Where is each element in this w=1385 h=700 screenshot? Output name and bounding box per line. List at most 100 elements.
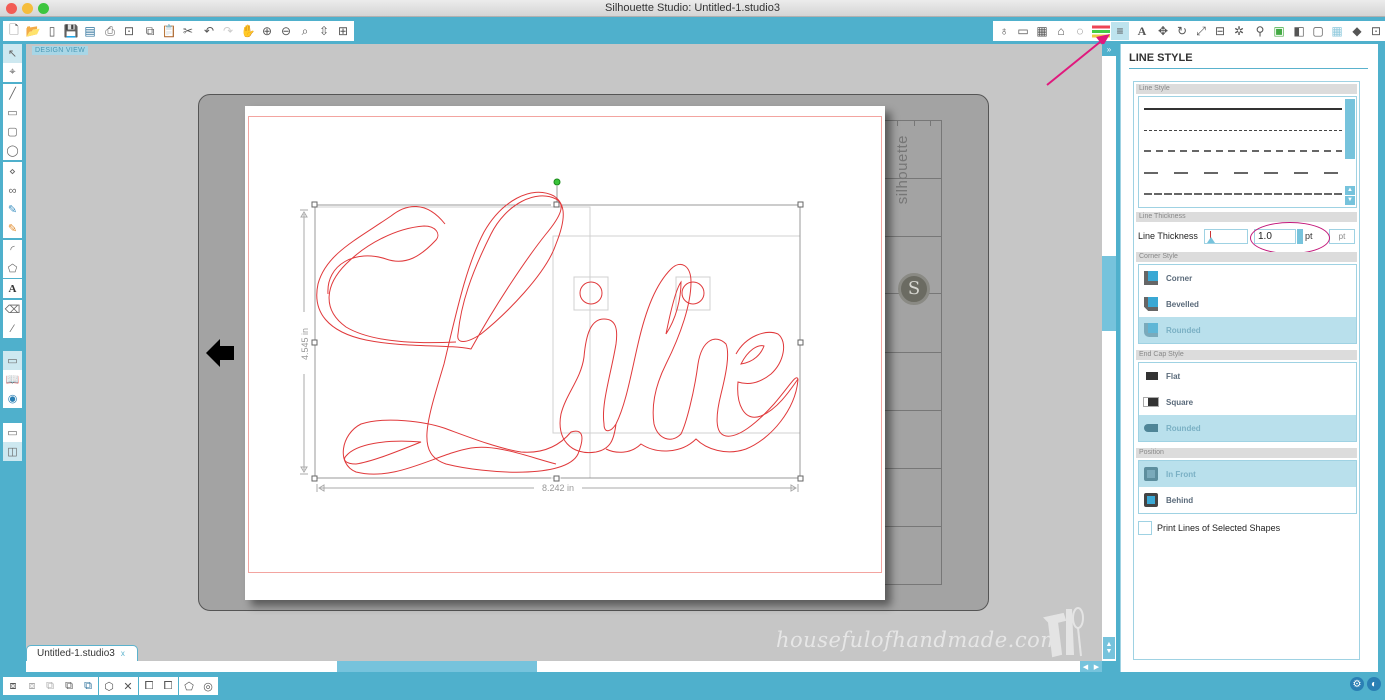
cut-icon[interactable]: ✂ [179, 22, 197, 40]
resize-handle-t[interactable] [553, 201, 560, 208]
eraser-tool-icon[interactable]: ⌫ [3, 300, 22, 319]
replicate-icon[interactable]: ✲ [1230, 22, 1248, 40]
curve-tool-icon[interactable]: ∞ [3, 181, 22, 200]
group-icon[interactable]: ⧈ [4, 678, 22, 694]
regular-polygon-tool-icon[interactable]: ⬠ [3, 259, 22, 278]
line-style-dense-dash[interactable] [1144, 192, 1342, 196]
new-document-icon[interactable]: 🗋 [5, 22, 23, 40]
make-compound-path-icon[interactable]: ⧉ [41, 678, 59, 694]
line-tool-icon[interactable]: ╱ [3, 84, 22, 103]
offset-icon[interactable]: ▣ [1270, 22, 1288, 40]
vertical-scroll-arrows[interactable]: ▲ ▼ [1103, 637, 1115, 659]
move-icon[interactable]: ✥ [1154, 22, 1172, 40]
scroll-up-icon[interactable]: ▲ [1345, 186, 1355, 195]
copy-icon[interactable]: ⧉ [141, 22, 159, 40]
split-window-icon[interactable]: ◫ [3, 442, 22, 461]
line-style-long-dash[interactable] [1144, 171, 1342, 175]
close-tab-icon[interactable]: x [121, 649, 125, 658]
horizontal-scroll-thumb[interactable] [337, 661, 537, 672]
line-style-fine-dash[interactable] [1144, 130, 1342, 131]
line-thickness-slider[interactable] [1204, 228, 1248, 244]
cut-settings-icon[interactable]: ◆ [1348, 22, 1366, 40]
library-shape-icon[interactable]: ⌂ [1052, 22, 1070, 40]
registration-marks-icon[interactable]: ▢ [1309, 22, 1327, 40]
online-store-icon[interactable]: ◉ [3, 389, 22, 408]
line-color-icon[interactable] [1092, 22, 1110, 40]
line-style-medium-dash[interactable] [1144, 149, 1342, 153]
corner-option-corner[interactable]: Corner [1139, 265, 1356, 291]
line-style-solid[interactable] [1144, 108, 1342, 110]
resize-handle-tr[interactable] [797, 201, 804, 208]
line-style-icon[interactable]: ≡ [1111, 22, 1129, 40]
open-folder-icon[interactable]: 📂 [24, 22, 42, 40]
fill-pattern-icon[interactable]: ▦ [1033, 22, 1051, 40]
point-edit-icon[interactable]: ⌖ [3, 63, 22, 82]
polygon-tool-icon[interactable]: ⋄ [3, 162, 22, 181]
line-thickness-input[interactable]: 1.0 [1254, 228, 1296, 244]
expand-panel-icon[interactable]: » [1102, 44, 1116, 56]
weld-icon[interactable]: ⧉ [79, 678, 97, 694]
scroll-down-icon[interactable]: ▼ [1345, 196, 1355, 205]
slider-knob[interactable] [1207, 236, 1215, 243]
send-to-back-icon[interactable]: ⧠ [159, 678, 177, 694]
end-cap-option-rounded[interactable]: Rounded [1139, 415, 1356, 441]
shadow-icon[interactable]: ◌ [1071, 22, 1089, 40]
library-view-icon[interactable]: 📖 [3, 370, 22, 389]
rounded-rectangle-tool-icon[interactable]: ▢ [3, 122, 22, 141]
resize-handle-tl[interactable] [311, 201, 318, 208]
line-style-scroll-thumb[interactable] [1345, 99, 1355, 159]
design-canvas[interactable]: DESIGN VIEW silhouette S 4.545 in 8.242 … [26, 44, 1102, 661]
save-icon[interactable]: 💾 [62, 22, 80, 40]
fill-color-icon[interactable]: ♁ [995, 22, 1013, 40]
vertical-scroll-thumb[interactable] [1102, 256, 1116, 331]
smooth-freehand-tool-icon[interactable]: ✎ [3, 219, 22, 238]
resize-handle-r[interactable] [797, 339, 804, 346]
zoom-in-icon[interactable]: ⊕ [258, 22, 276, 40]
delete-icon[interactable]: ✕ [119, 678, 137, 694]
vertical-scrollbar[interactable]: » ▲ ▼ [1102, 44, 1116, 661]
print-lines-checkbox[interactable] [1138, 521, 1152, 535]
line-style-list[interactable]: ▲ ▼ [1138, 96, 1357, 208]
corner-option-rounded[interactable]: Rounded [1139, 317, 1356, 343]
bring-to-front-icon[interactable]: ⧠ [140, 678, 158, 694]
send-icon[interactable]: ⊡ [1367, 22, 1385, 40]
text-tool-icon[interactable]: A [3, 279, 22, 298]
trace-icon[interactable]: ⚲ [1251, 22, 1269, 40]
object-icon[interactable]: ⬡ [100, 678, 118, 694]
position-option-in-front[interactable]: In Front [1139, 461, 1356, 487]
knife-tool-icon[interactable]: ⁄ [3, 319, 22, 338]
redo-icon[interactable]: ↷ [219, 22, 237, 40]
settings-gear-icon[interactable]: ⚙ [1350, 677, 1364, 691]
ellipse-tool-icon[interactable]: ◯ [3, 141, 22, 160]
resize-handle-bl[interactable] [311, 475, 318, 482]
undo-icon[interactable]: ↶ [200, 22, 218, 40]
single-window-icon[interactable]: ▭ [3, 423, 22, 442]
resize-handle-br[interactable] [797, 475, 804, 482]
page-setup-icon[interactable]: ◧ [1290, 22, 1308, 40]
align-icon[interactable]: ⊟ [1211, 22, 1229, 40]
rotate-handle[interactable] [553, 178, 561, 186]
paste-icon[interactable]: 📋 [160, 22, 178, 40]
zoom-out-icon[interactable]: ⊖ [277, 22, 295, 40]
arc-tool-icon[interactable]: ◜ [3, 240, 22, 259]
rotate-icon[interactable]: ↻ [1173, 22, 1191, 40]
end-cap-option-square[interactable]: Square [1139, 389, 1356, 415]
document-tab[interactable]: Untitled-1.studio3 x [26, 645, 138, 661]
print-icon[interactable]: ⎙ [101, 22, 119, 40]
text-style-icon[interactable]: A [1133, 22, 1151, 40]
fill-gradient-icon[interactable]: ▭ [1014, 22, 1032, 40]
grid-icon[interactable]: ▦ [1328, 22, 1346, 40]
freehand-tool-icon[interactable]: ✎ [3, 200, 22, 219]
unit-toggle-button[interactable]: pt [1329, 228, 1355, 244]
shape-library-icon[interactable]: ⬠ [180, 678, 198, 694]
position-option-behind[interactable]: Behind [1139, 487, 1356, 513]
corner-option-bevelled[interactable]: Bevelled [1139, 291, 1356, 317]
zoom-drag-icon[interactable]: ⇳ [315, 22, 333, 40]
end-cap-option-flat[interactable]: Flat [1139, 363, 1356, 389]
resize-handle-b[interactable] [553, 475, 560, 482]
zoom-select-icon[interactable]: ⌕ [296, 22, 314, 40]
line-style-scrollbar[interactable]: ▲ ▼ [1345, 99, 1355, 205]
design-view-icon[interactable]: ▭ [3, 351, 22, 370]
horizontal-scroll-arrows[interactable]: ◀ ▶ [1080, 661, 1102, 672]
resize-handle-l[interactable] [311, 339, 318, 346]
